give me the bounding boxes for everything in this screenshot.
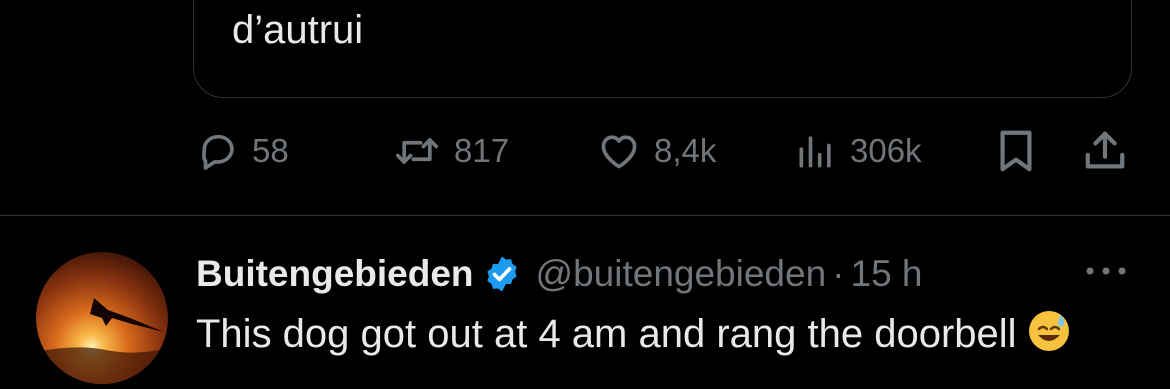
header-separator: · [832, 253, 845, 294]
reply-icon [196, 129, 240, 173]
tweet-timestamp[interactable]: 15 h [851, 253, 923, 295]
share-icon [1082, 128, 1128, 174]
tweet-header: Buitengebieden @buitengebieden · 15 h [196, 251, 923, 297]
sweat-smile-emoji-icon [1027, 309, 1071, 366]
bookmark-icon [996, 128, 1036, 174]
bookmark-button[interactable] [996, 128, 1036, 174]
display-name[interactable]: Buitengebieden [196, 253, 474, 295]
avatar[interactable] [36, 252, 168, 384]
tweet-action-bar: 58 817 8,4k 306k [0, 0, 1170, 210]
heart-icon [596, 129, 642, 173]
tweet-divider [0, 215, 1170, 216]
retweet-count: 817 [454, 132, 510, 169]
share-button[interactable] [1082, 128, 1128, 174]
retweet-icon [392, 129, 442, 173]
views-icon [794, 129, 838, 173]
verified-badge-icon [482, 254, 522, 294]
reply-button[interactable]: 58 [196, 128, 289, 174]
tweet-text-content: This dog got out at 4 am and rang the do… [196, 312, 1017, 356]
views-count: 306k [850, 132, 922, 169]
reply-count: 58 [252, 132, 289, 169]
tweet-text: This dog got out at 4 am and rang the do… [196, 308, 1136, 366]
more-options-button[interactable] [1082, 256, 1130, 290]
like-count: 8,4k [654, 132, 717, 169]
user-handle[interactable]: @buitengebieden [536, 253, 827, 295]
more-icon [1084, 264, 1128, 282]
retweet-button[interactable]: 817 [392, 128, 509, 174]
views-button[interactable]: 306k [794, 128, 922, 174]
like-button[interactable]: 8,4k [596, 128, 716, 174]
